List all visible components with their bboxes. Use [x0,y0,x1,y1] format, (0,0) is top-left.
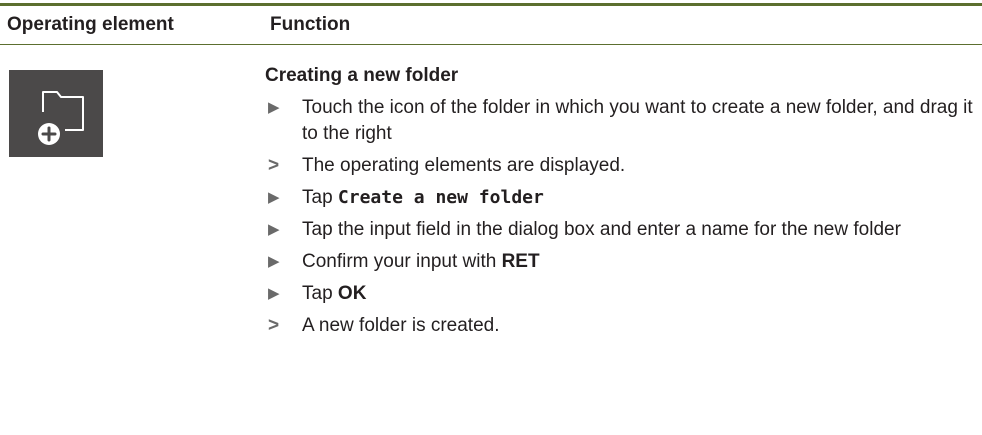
function-title: Creating a new folder [265,65,459,86]
operating-elements-table: Operating element Function Creating a ne… [0,3,982,345]
action-arrow-icon: ▶ [268,99,280,116]
header-function: Function [270,14,351,35]
table-header: Operating element Function [0,6,982,45]
header-operating-element: Operating element [7,14,174,35]
step-list: ▶ Touch the icon of the folder in which … [264,95,982,339]
list-item: ▶ Touch the icon of the folder in which … [264,95,982,147]
step-prefix: Confirm your input with [302,251,502,272]
result-arrow-icon: > [268,315,280,336]
list-item: ▶ Tap Create a new folder [264,185,982,211]
action-arrow-icon: ▶ [268,253,280,270]
list-item: > A new folder is created. [264,313,982,339]
ui-label-create-new-folder: Create a new folder [337,187,544,208]
step-text: Tap Create a new folder [302,185,982,211]
table-row: Creating a new folder ▶ Touch the icon o… [0,45,982,345]
step-prefix: Tap [302,283,338,304]
new-folder-icon [9,70,103,157]
operating-element-cell [0,45,264,345]
key-label-ret: RET [501,251,540,272]
action-arrow-icon: ▶ [268,189,280,206]
step-text: A new folder is created. [302,315,500,336]
step-prefix: Tap [302,187,338,208]
list-item: ▶ Tap OK [264,281,982,307]
action-arrow-icon: ▶ [268,285,280,302]
function-cell: Creating a new folder ▶ Touch the icon o… [264,45,982,345]
key-label-ok: OK [337,283,367,304]
step-text: Tap the input field in the dialog box an… [302,219,901,240]
list-item: > The operating elements are displayed. [264,153,982,179]
result-arrow-icon: > [268,155,280,176]
step-text: The operating elements are displayed. [302,155,626,176]
step-text: Tap OK [302,281,982,307]
list-item: ▶ Tap the input field in the dialog box … [264,217,982,243]
action-arrow-icon: ▶ [268,221,280,238]
step-text: Confirm your input with RET [302,249,982,275]
step-text: Touch the icon of the folder in which yo… [302,97,973,144]
list-item: ▶ Confirm your input with RET [264,249,982,275]
